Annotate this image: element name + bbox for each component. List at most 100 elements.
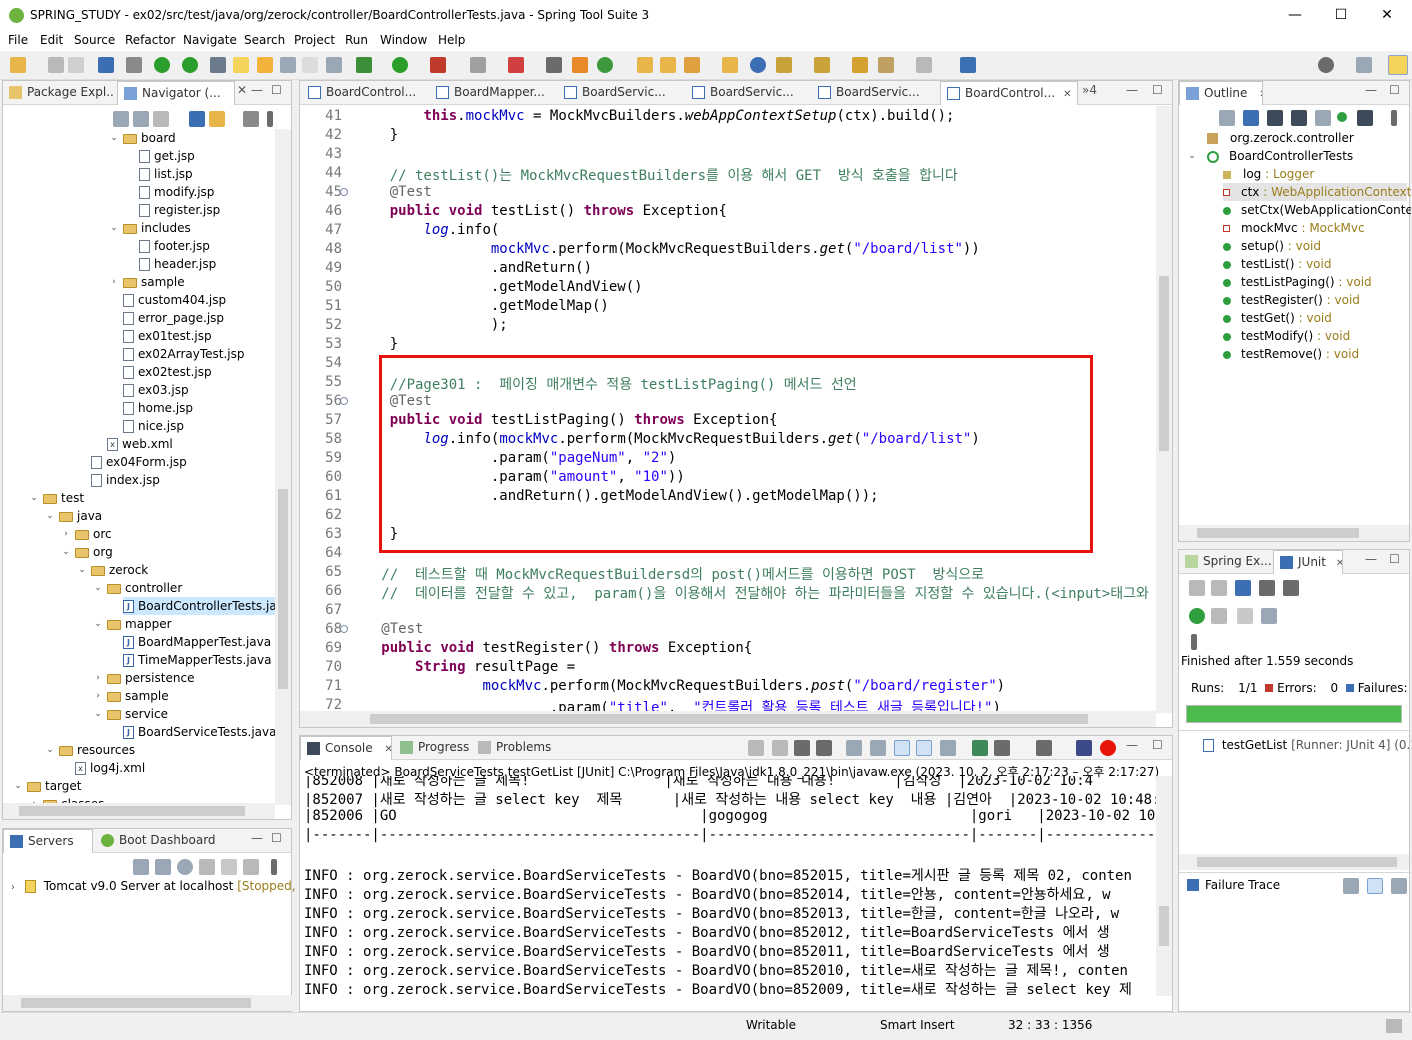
scroll-thumb[interactable]: [278, 489, 288, 689]
spring-tool-icon[interactable]: [210, 57, 226, 73]
tree-item[interactable]: J BoardServiceTests.java: [123, 723, 275, 741]
fold-toggle-icon[interactable]: [340, 397, 348, 405]
close-icon[interactable]: ✕: [384, 744, 391, 755]
close-icon[interactable]: ✕: [1063, 89, 1071, 100]
maximize-view-icon[interactable]: ☐: [271, 831, 282, 845]
format-icon[interactable]: [326, 57, 342, 73]
refresh-app-icon[interactable]: [182, 57, 198, 73]
code-line[interactable]: @Test: [356, 621, 423, 637]
editor-tab[interactable]: BoardServic...: [558, 81, 682, 105]
editor-tab[interactable]: BoardMapper...: [430, 81, 554, 105]
skip-breakpoints-icon[interactable]: [126, 57, 142, 73]
open-resource-icon[interactable]: [722, 57, 738, 73]
next-annotation-icon[interactable]: [776, 57, 792, 73]
collapse-all-icon[interactable]: [189, 111, 205, 127]
start-server-icon[interactable]: [155, 859, 171, 875]
up-icon[interactable]: [153, 111, 169, 127]
tree-item[interactable]: ex01test.jsp: [123, 327, 212, 345]
tree-item[interactable]: ⌄ includes: [110, 219, 191, 237]
paragraph-icon[interactable]: [302, 57, 318, 73]
editor-tab[interactable]: BoardControl...: [302, 81, 426, 105]
tab-boot-dashboard[interactable]: Boot Dashboard: [95, 829, 225, 853]
new-console-icon[interactable]: [1036, 740, 1052, 756]
run-icon[interactable]: [392, 57, 408, 73]
collapse-icon[interactable]: ⌄: [29, 489, 39, 507]
pin-console-icon[interactable]: [940, 740, 956, 756]
tree-item[interactable]: ⌄ target: [14, 777, 81, 795]
outline-item[interactable]: ctx : WebApplicationContext: [1223, 183, 1411, 201]
code-line[interactable]: );: [356, 317, 508, 333]
tree-item[interactable]: ex04Form.jsp: [91, 453, 187, 471]
editor-tab[interactable]: BoardControl... ✕: [940, 81, 1078, 105]
code-line[interactable]: .andReturn(): [356, 260, 592, 276]
external-tools-icon[interactable]: [508, 57, 524, 73]
run-external-icon[interactable]: [430, 57, 446, 73]
mark-occurrences-icon[interactable]: [233, 57, 249, 73]
scroll-thumb[interactable]: [1159, 276, 1169, 451]
open-task-icon[interactable]: [660, 57, 676, 73]
scroll-lock-icon[interactable]: [1259, 580, 1275, 596]
outline-item[interactable]: testRegister() : void: [1223, 291, 1360, 309]
menu-file[interactable]: File: [8, 33, 28, 47]
tree-item[interactable]: get.jsp: [139, 147, 195, 165]
server-row[interactable]: › Tomcat v9.0 Server at localhost [Stopp…: [11, 877, 315, 895]
tree-item[interactable]: ex03.jsp: [123, 381, 189, 399]
next-failure-icon[interactable]: [1189, 580, 1205, 596]
tree-item[interactable]: ex02test.jsp: [123, 363, 212, 381]
filter-stack-icon[interactable]: [1367, 878, 1383, 894]
outline-item[interactable]: org.zerock.controller: [1207, 129, 1354, 147]
code-line[interactable]: mockMvc.perform(MockMvcRequestBuilders.g…: [356, 241, 980, 257]
debug-server-icon[interactable]: [133, 859, 149, 875]
minimize-button[interactable]: —: [1272, 0, 1318, 31]
tree-item[interactable]: header.jsp: [139, 255, 216, 273]
tree-item[interactable]: J TimeMapperTests.java: [123, 651, 271, 669]
sort-icon[interactable]: [1219, 110, 1235, 126]
new-java-project-icon[interactable]: [572, 57, 588, 73]
hide-static-icon[interactable]: [1267, 110, 1283, 126]
view-menu-icon[interactable]: [1191, 634, 1197, 650]
tree-item[interactable]: nice.jsp: [123, 417, 184, 435]
minimize-view-icon[interactable]: —: [1365, 83, 1377, 97]
menu-edit[interactable]: Edit: [40, 33, 63, 47]
globe-icon[interactable]: [750, 57, 766, 73]
rerun-failed-icon[interactable]: [1211, 608, 1227, 624]
collapse-icon[interactable]: ⌄: [13, 777, 23, 795]
forward-arrow-icon[interactable]: [133, 111, 149, 127]
tree-item[interactable]: ⌄ resources: [46, 741, 135, 759]
show-failures-only-icon[interactable]: [1235, 580, 1251, 596]
back-arrow-icon[interactable]: [113, 111, 129, 127]
outline-item[interactable]: testRemove() : void: [1223, 345, 1359, 363]
save-all-icon[interactable]: [68, 57, 84, 73]
code-line[interactable]: this.mockMvc = MockMvcBuilders.webAppCon…: [356, 108, 954, 124]
code-line[interactable]: .param("title", "컨트롤러 활용 등록 테스트 새글 등록입니다…: [356, 697, 1001, 711]
maximize-view-icon[interactable]: ☐: [1389, 83, 1400, 97]
previous-annotation-icon[interactable]: [814, 57, 830, 73]
tree-item[interactable]: J BoardControllerTests.java: [123, 597, 275, 615]
spring-boot-icon[interactable]: [154, 57, 170, 73]
save-icon[interactable]: [48, 57, 64, 73]
show-on-output-icon[interactable]: [894, 740, 910, 756]
code-line[interactable]: String resultPage =: [356, 659, 575, 675]
rerun-test-icon[interactable]: [1189, 608, 1205, 624]
collapse-icon[interactable]: ⌄: [45, 741, 55, 759]
ant-icon[interactable]: [546, 57, 562, 73]
remove-all-icon[interactable]: [794, 740, 810, 756]
search-tool-icon[interactable]: [684, 57, 700, 73]
show-whitespace-icon[interactable]: [280, 57, 296, 73]
tab-package-explorer[interactable]: Package Expl...: [3, 81, 115, 105]
maximize-button[interactable]: ☐: [1318, 0, 1364, 31]
tree-item[interactable]: J BoardMapperTest.java: [123, 633, 271, 651]
close-icon[interactable]: ✕: [1336, 558, 1342, 569]
code-line[interactable]: }: [356, 127, 398, 143]
expand-icon[interactable]: ›: [109, 273, 119, 291]
collapse-icon[interactable]: ⌄: [93, 705, 103, 723]
tree-item[interactable]: › persistence: [96, 669, 194, 687]
open-console-icon[interactable]: [994, 740, 1010, 756]
tab-servers[interactable]: Servers: [3, 829, 93, 853]
open-type-icon[interactable]: [637, 57, 653, 73]
display-console-icon[interactable]: [972, 740, 988, 756]
outline-item[interactable]: log : Logger: [1223, 165, 1314, 183]
tree-item[interactable]: list.jsp: [139, 165, 193, 183]
collapse-icon[interactable]: ⌄: [93, 579, 103, 597]
code-line[interactable]: // testList()는 MockMvcRequestBuilders를 이…: [356, 165, 958, 185]
